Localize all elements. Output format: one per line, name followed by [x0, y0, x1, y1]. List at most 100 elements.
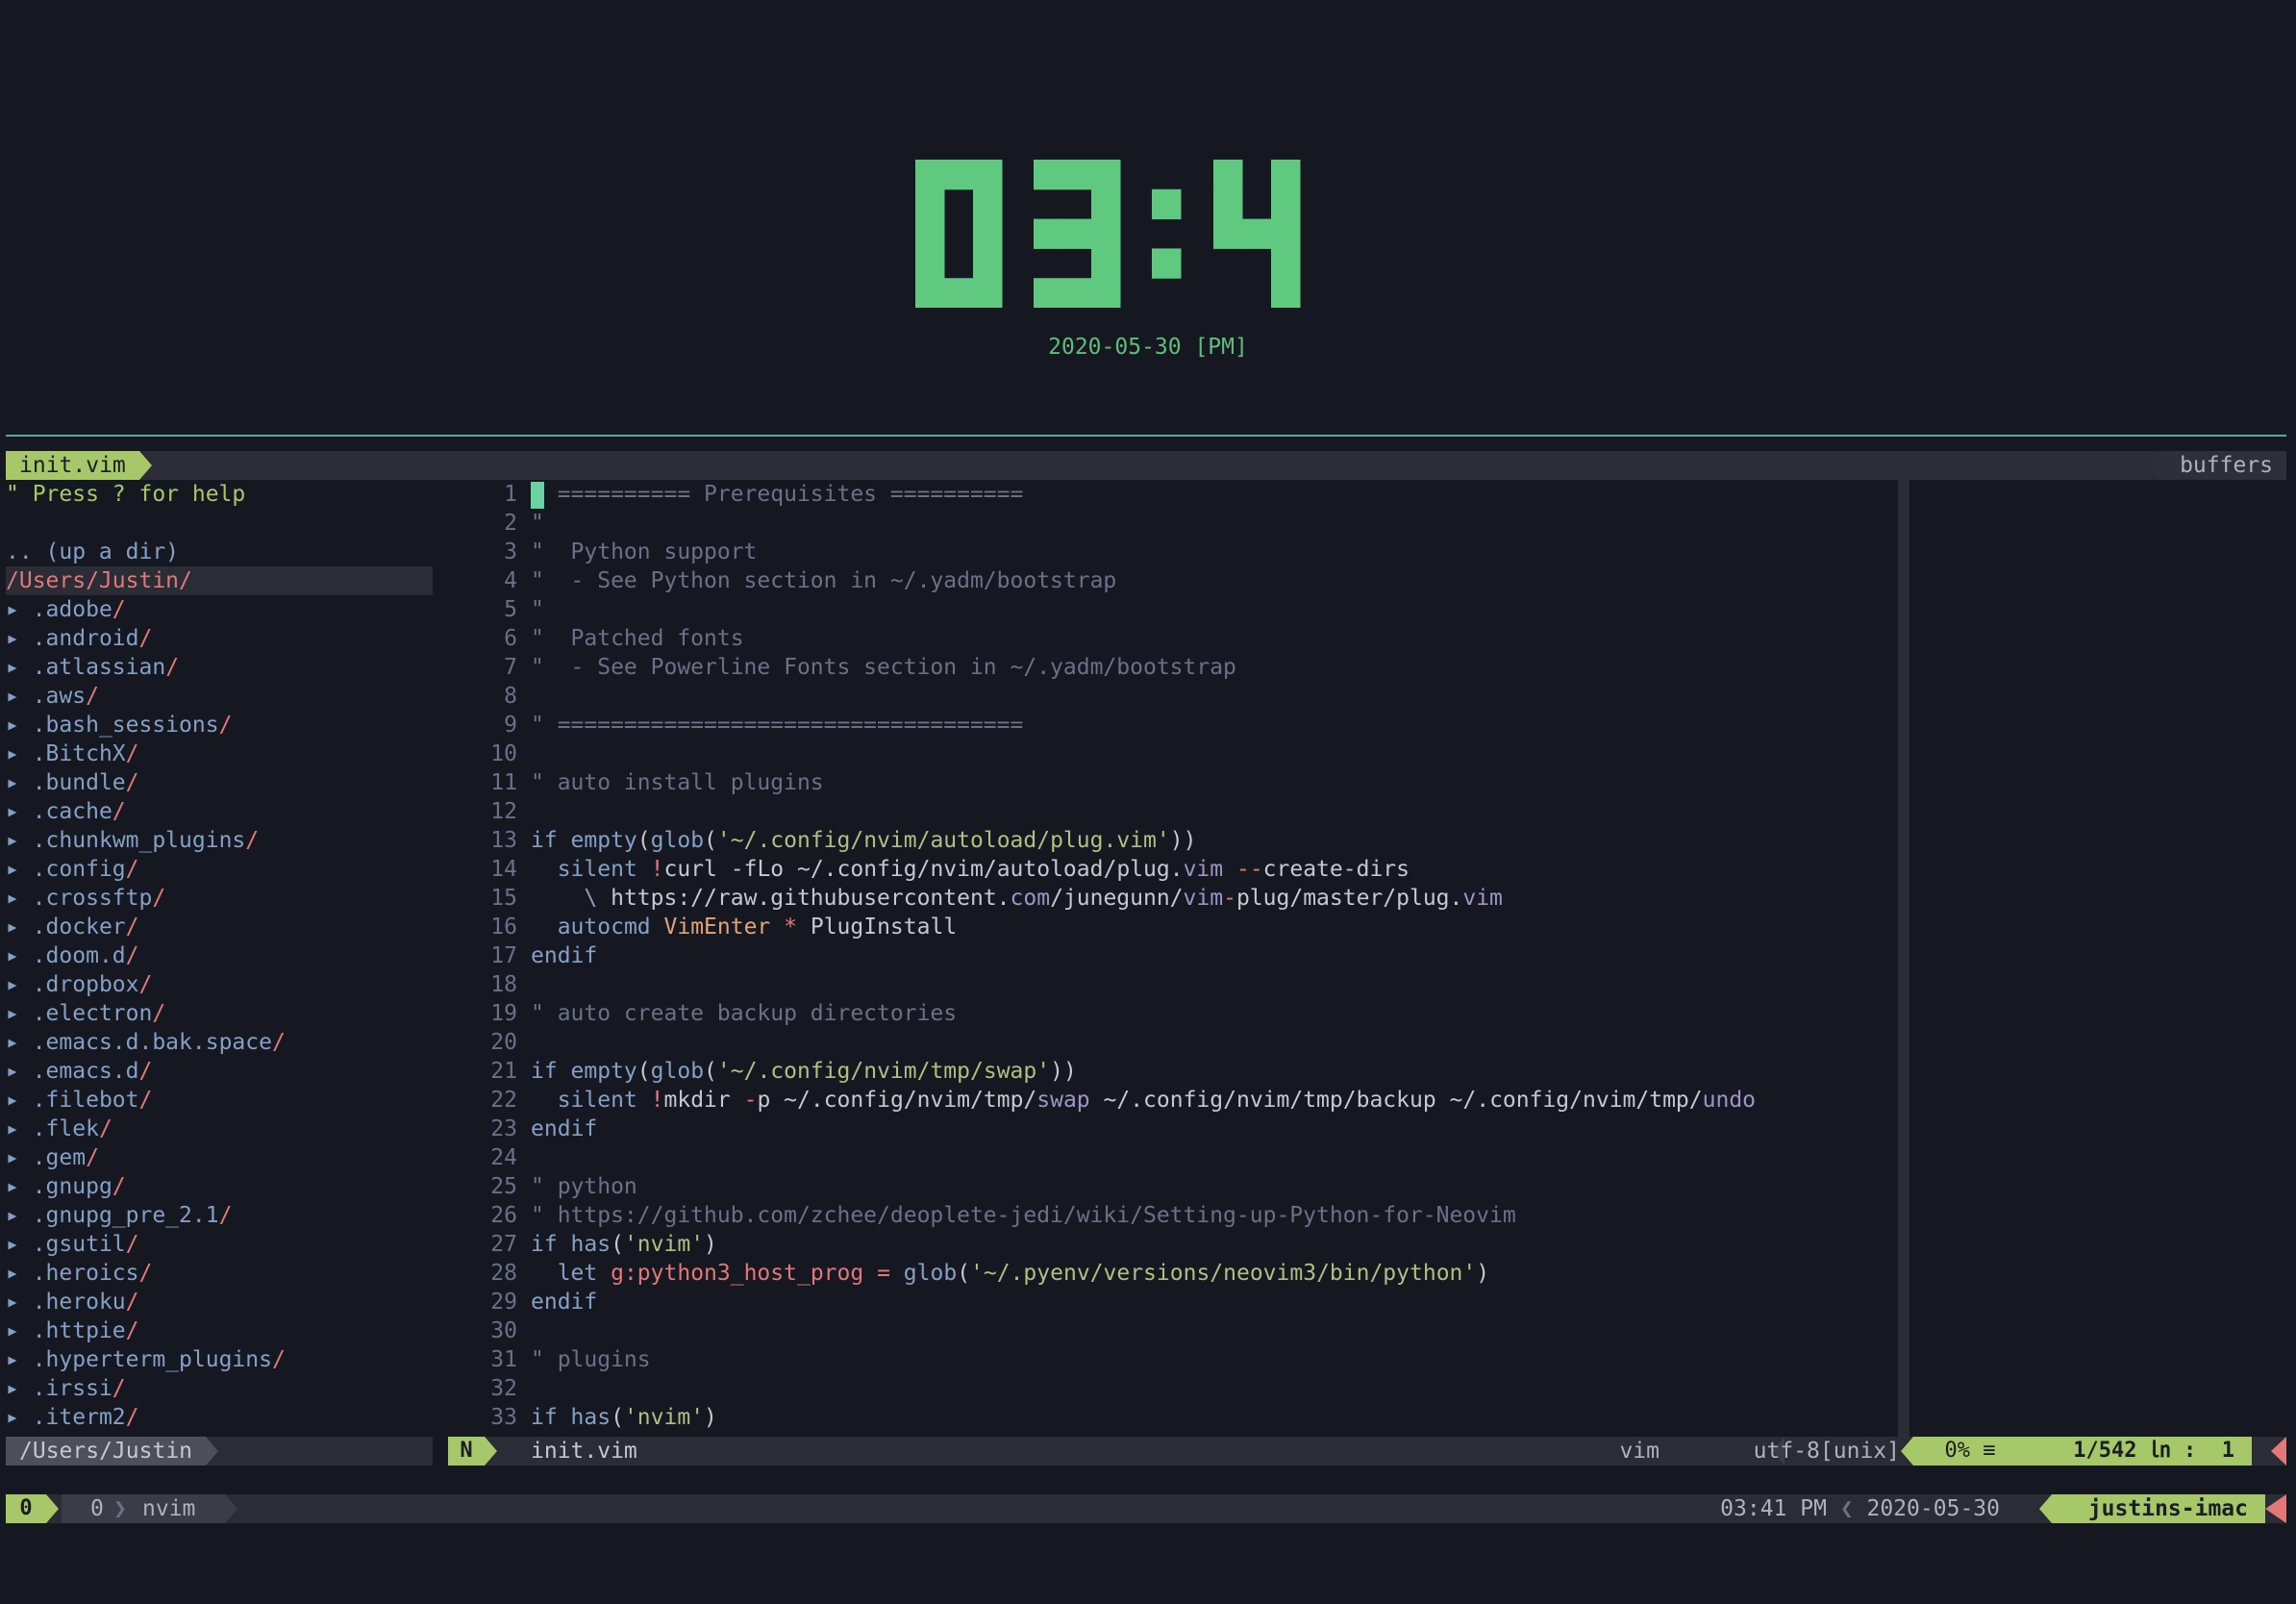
- line-number: 20: [490, 1030, 517, 1055]
- code-line[interactable]: let g:python3_host_prog = glob('~/.pyenv…: [531, 1259, 1489, 1288]
- tmux-window[interactable]: 0 ❯ nvim: [62, 1494, 225, 1523]
- code-token: if: [531, 1405, 571, 1430]
- expand-arrow-icon: ▸: [6, 1001, 33, 1026]
- code-line[interactable]: " - See Python section in ~/.yadm/bootst…: [531, 566, 1116, 595]
- tree-dir-name: .crossftp: [32, 886, 153, 911]
- tree-dir-item[interactable]: ▸ .irssi/: [6, 1374, 126, 1403]
- code-line[interactable]: endif: [531, 941, 597, 970]
- tree-dir-name: .adobe: [32, 597, 112, 622]
- tree-dir-item[interactable]: ▸ .doom.d/: [6, 941, 139, 970]
- tree-dir-slash: /: [125, 1318, 139, 1343]
- code-line[interactable]: autocmd VimEnter * PlugInstall: [531, 913, 957, 941]
- code-token: VimEnter: [663, 915, 771, 940]
- code-token: =: [877, 1261, 890, 1286]
- code-token: ": [531, 597, 544, 622]
- tree-dir-item[interactable]: ▸ .flek/: [6, 1115, 112, 1143]
- tree-up-dir[interactable]: .. (up a dir): [6, 538, 179, 566]
- tree-dir-item[interactable]: ▸ .electron/: [6, 999, 165, 1028]
- code-line[interactable]: if has('nvim'): [531, 1403, 717, 1432]
- tmux-session[interactable]: 0: [6, 1494, 46, 1523]
- clock-digit-3: [1034, 160, 1121, 308]
- code-line[interactable]: silent !curl -fLo ~/.config/nvim/autoloa…: [531, 855, 1410, 884]
- expand-arrow-icon: ▸: [6, 1030, 33, 1055]
- tree-dir-item[interactable]: ▸ .emacs.d/: [6, 1057, 152, 1086]
- code-token: autocmd: [557, 915, 651, 940]
- line-number: 29: [490, 1290, 517, 1315]
- tree-dir-item[interactable]: ▸ .chunkwm_plugins/: [6, 826, 259, 855]
- code-line[interactable]: silent !mkdir -p ~/.config/nvim/tmp/swap…: [531, 1086, 1756, 1115]
- tree-dir-item[interactable]: ▸ .filebot/: [6, 1086, 152, 1115]
- line-number: 17: [490, 943, 517, 968]
- tree-cwd[interactable]: /Users/Justin/: [6, 566, 192, 595]
- tree-dir-item[interactable]: ▸ .docker/: [6, 913, 139, 941]
- code-line[interactable]: " - See Powerline Fonts section in ~/.ya…: [531, 653, 1236, 682]
- tree-dir-item[interactable]: ▸ .emacs.d.bak.space/: [6, 1028, 286, 1057]
- tree-dir-item[interactable]: ▸ .bash_sessions/: [6, 711, 232, 739]
- tree-dir-item[interactable]: ▸ .hyperterm_plugins/: [6, 1345, 286, 1374]
- code-line[interactable]: if empty(glob('~/.config/nvim/autoload/p…: [531, 826, 1196, 855]
- tree-dir-item[interactable]: ▸ .gsutil/: [6, 1230, 139, 1259]
- tree-dir-item[interactable]: ▸ .gnupg_pre_2.1/: [6, 1201, 232, 1230]
- pane-divider[interactable]: [6, 435, 2286, 437]
- code-line[interactable]: " Patched fonts: [531, 624, 744, 653]
- tree-dir-name: .electron: [32, 1001, 153, 1026]
- tab-init-vim[interactable]: init.vim: [6, 451, 139, 480]
- code-token: )): [1169, 828, 1197, 853]
- line-number: 9: [504, 713, 517, 738]
- tree-dir-item[interactable]: ▸ .atlassian/: [6, 653, 179, 682]
- tree-dir-item[interactable]: ▸ .cache/: [6, 797, 126, 826]
- code-line[interactable]: ": [531, 509, 544, 538]
- tree-dir-item[interactable]: ▸ .BitchX/: [6, 739, 139, 768]
- tree-dir-slash: /: [86, 1145, 99, 1170]
- tree-dir-item[interactable]: ▸ .adobe/: [6, 595, 126, 624]
- percent-separator: [1901, 1437, 1913, 1466]
- code-line[interactable]: " ========== Prerequisites ==========: [531, 480, 1023, 509]
- tree-dir-item[interactable]: ▸ .heroku/: [6, 1288, 139, 1316]
- tree-dir-item[interactable]: ▸ .config/: [6, 855, 139, 884]
- code-token: --: [1235, 857, 1263, 882]
- nerdtree-pane[interactable]: " Press ? for help .. (up a dir) /Users/…: [6, 480, 433, 1437]
- code-line[interactable]: \ https://raw.githubusercontent.com/june…: [531, 884, 1503, 913]
- vertical-split-bar[interactable]: [1898, 480, 1909, 1437]
- code-token: " ========== Prerequisites ==========: [531, 482, 1024, 507]
- code-line[interactable]: endif: [531, 1288, 597, 1316]
- code-token: (: [957, 1261, 971, 1286]
- tree-dir-slash: /: [112, 799, 126, 824]
- code-line[interactable]: " auto install plugins: [531, 768, 824, 797]
- code-line[interactable]: " Python support: [531, 538, 757, 566]
- tree-dir-item[interactable]: ▸ .bundle/: [6, 768, 139, 797]
- code-line[interactable]: if has('nvim'): [531, 1230, 717, 1259]
- code-line[interactable]: " plugins: [531, 1345, 651, 1374]
- tree-dir-item[interactable]: ▸ .httpie/: [6, 1316, 139, 1345]
- code-line[interactable]: if empty(glob('~/.config/nvim/tmp/swap')…: [531, 1057, 1077, 1086]
- tmux-window-index: 0: [90, 1496, 104, 1521]
- code-token: https://raw.githubusercontent.: [597, 886, 1011, 911]
- code-line[interactable]: " ===================================: [531, 711, 1023, 739]
- tree-dir-slash: /: [271, 1347, 286, 1372]
- code-token: ~/.config/nvim/tmp/backup ~/.config/nvim…: [1089, 1088, 1703, 1113]
- code-line[interactable]: " python: [531, 1172, 637, 1201]
- code-token: endif: [531, 1116, 598, 1141]
- tree-dir-item[interactable]: ▸ .aws/: [6, 682, 99, 711]
- code-line[interactable]: " auto create backup directories: [531, 999, 957, 1028]
- tree-dir-item[interactable]: ▸ .heroics/: [6, 1259, 152, 1288]
- code-line[interactable]: endif: [531, 1115, 597, 1143]
- code-line[interactable]: ": [531, 595, 544, 624]
- expand-arrow-icon: ▸: [6, 713, 33, 738]
- code-line[interactable]: " https://github.com/zchee/deoplete-jedi…: [531, 1201, 1516, 1230]
- tree-dir-item[interactable]: ▸ .gnupg/: [6, 1172, 126, 1201]
- line-number: 8: [504, 684, 517, 709]
- status-filename: init.vim: [531, 1439, 637, 1464]
- code-token: ): [1476, 1261, 1490, 1286]
- tree-dir-item[interactable]: ▸ .gem/: [6, 1143, 99, 1172]
- tree-dir-item[interactable]: ▸ .iterm2/: [6, 1403, 139, 1432]
- tree-dir-slash: /: [125, 1232, 139, 1257]
- tree-dir-item[interactable]: ▸ .dropbox/: [6, 970, 152, 999]
- tree-dir-item[interactable]: ▸ .crossftp/: [6, 884, 165, 913]
- code-token: swap: [1036, 1088, 1090, 1113]
- tree-dir-item[interactable]: ▸ .android/: [6, 624, 152, 653]
- code-token: ): [704, 1232, 717, 1257]
- editor-pane[interactable]: 1 " ========== Prerequisites ========== 2 "…: [450, 480, 1898, 1437]
- status-encoding: utf-8[unix]: [1753, 1439, 1900, 1464]
